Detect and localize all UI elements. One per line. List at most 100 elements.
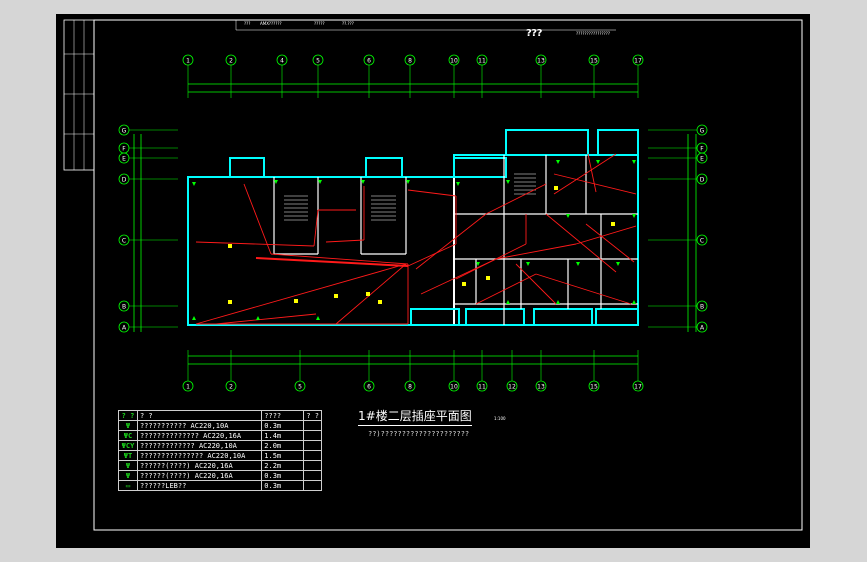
axis-top-17: 17 [632,54,644,66]
legend-header-cell: ? ? [303,410,322,421]
drawing-sheet: 1 2 4 5 6 8 10 11 13 15 17 1 2 5 6 8 10 11 12 13 15 17 G F E D C B A… [56,14,810,548]
legend-item-name: ??????(????) AC220,16A [136,470,263,481]
svg-text:2: 2 [229,384,233,391]
legend-item-height: 1.4m [261,430,305,441]
legend-item-height: 0.3m [261,420,305,431]
legend-row: Ψ??????????? AC220,10A 0.3m [118,420,322,431]
svg-text:B: B [700,304,704,311]
axis-top-8: 8 [404,54,416,66]
stair-treads [284,173,536,221]
legend-item-height: 0.3m [261,470,305,481]
svg-text:17: 17 [634,58,642,65]
drawing-note: ??)????????????????????? [368,430,470,438]
legend-row: Ψ ??????(????) AC220,16A 2.2m [118,460,322,471]
legend-header-cell: ? ? [118,410,138,421]
axis-right-B: B [696,300,708,312]
svg-text:5: 5 [298,384,302,391]
svg-text:C: C [122,238,126,245]
axis-top-5: 5 [312,54,324,66]
company-logo: ??? [526,28,542,39]
legend-item-height: 2.2m [261,460,305,471]
svg-text:C: C [700,238,704,245]
socket-t-icon: ΨT [118,450,138,461]
legend-header-cell: ???? [261,410,305,421]
axis-left-B: B [118,300,130,312]
svg-text:17: 17 [634,384,642,391]
legend-header-cell: ? ? [136,410,263,421]
svg-text:13: 13 [537,58,545,65]
axis-right-D: D [696,173,708,185]
svg-text:6: 6 [367,384,371,391]
legend-item-name: ??????????? AC220,10A [136,420,263,431]
axis-right-E: E [696,152,708,164]
axis-top-10: 10 [448,54,460,66]
socket-c-icon: ΨC [118,430,138,441]
drawing-title: 1#楼二层插座平面图 [358,407,472,426]
axis-bottom-10: 10 [448,380,460,392]
legend-item-note [303,440,322,451]
axis-bottom-15: 15 [588,380,600,392]
socket-cy-icon: ΨCY [118,440,138,451]
axis-top-4: 4 [276,54,288,66]
svg-text:13: 13 [537,384,545,391]
svg-text:A: A [122,325,127,332]
legend-item-note [303,420,322,431]
axis-left-C: C [118,234,130,246]
legend-row: ΨC?????????????? AC220,16A 1.4m [118,430,322,441]
svg-text:1: 1 [186,384,190,391]
svg-text:2: 2 [229,58,233,65]
svg-text:11: 11 [478,384,486,391]
axis-bottom-17: 17 [632,380,644,392]
svg-text:G: G [700,128,705,135]
legend-item-note [303,480,322,491]
header-cell-c: ????? [314,21,325,26]
axis-left-G: G [118,124,130,136]
svg-text:8: 8 [408,58,412,65]
socket-k-icon: Ψ [118,460,138,471]
axis-top-6: 6 [363,54,375,66]
legend-item-name: ??????(????) AC220,16A [136,460,263,471]
axis-top-1: 1 [182,54,194,66]
axis-top-15: 15 [588,54,600,66]
legend-row: ΨT??????????????? AC220,10A 1.5m [118,450,322,461]
drawing-scale: 1:100 [494,416,506,421]
axis-bottom-5: 5 [294,380,306,392]
legend-item-name: ??????????????? AC220,10A [136,450,263,461]
socket-k2-icon: Ψ [118,470,138,481]
axis-bottom-2: 2 [225,380,237,392]
axis-bottom-6: 6 [363,380,375,392]
svg-text:F: F [700,146,704,153]
legend-item-name: ?????????????? AC220,16A [136,430,263,441]
svg-text:E: E [122,156,126,163]
legend-item-name: ??????LEB?? [136,480,263,491]
legend-item-height: 0.3m [261,480,305,491]
svg-text:15: 15 [590,58,598,65]
axis-right-C: C [696,234,708,246]
svg-text:4: 4 [280,58,284,65]
socket-wiring [195,153,637,325]
axis-bottom-12: 12 [506,380,518,392]
side-stamp-block [63,19,95,171]
legend-item-height: 1.5m [261,450,305,461]
header-cell-d: ??.??? [342,21,354,26]
svg-text:5: 5 [316,58,320,65]
legend-item-height: 2.0m [261,440,305,451]
axis-right-F: F [696,142,708,154]
legend-item-note [303,470,322,481]
svg-text:D: D [700,177,705,184]
company-name: ???????????????? [576,31,610,36]
svg-text:8: 8 [408,384,412,391]
header-cell-a: ??? [244,21,251,26]
legend-item-note [303,430,322,441]
box-icon: ▭ [118,480,138,491]
axis-bottom-8: 8 [404,380,416,392]
axis-bottom-1: 1 [182,380,194,392]
axis-bottom-13: 13 [535,380,547,392]
axis-top-13: 13 [535,54,547,66]
svg-text:11: 11 [478,58,486,65]
building-walls [187,129,639,326]
axis-top-2: 2 [225,54,237,66]
axis-bottom-11: 11 [476,380,488,392]
svg-text:6: 6 [367,58,371,65]
svg-text:E: E [700,156,704,163]
